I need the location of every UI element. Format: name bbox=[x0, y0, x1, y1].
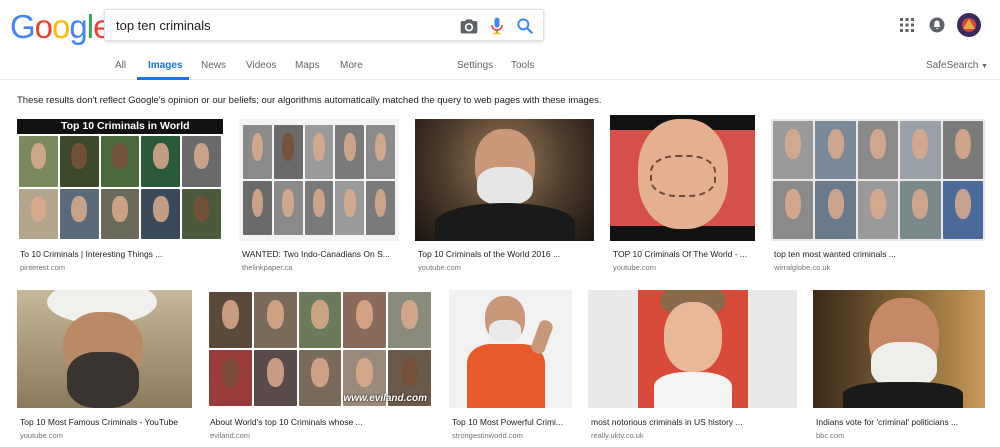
portrait-shirt bbox=[654, 372, 732, 408]
face-tattoo bbox=[650, 155, 716, 197]
tab-all[interactable]: All bbox=[115, 60, 126, 71]
result-source: bbc.com bbox=[816, 431, 845, 440]
result-caption[interactable]: WANTED: Two Indo-Canadians On S... bbox=[242, 249, 398, 259]
avatar[interactable] bbox=[957, 13, 981, 37]
apps-grid-icon[interactable] bbox=[900, 18, 914, 32]
image-result[interactable]: Top 10 Criminals of the World 2016 ... y… bbox=[415, 119, 594, 272]
tab-news[interactable]: News bbox=[201, 60, 226, 71]
search-icon[interactable] bbox=[515, 16, 535, 36]
result-caption[interactable]: To 10 Criminals | Interesting Things ... bbox=[20, 249, 220, 259]
logo-letter: g bbox=[69, 8, 87, 45]
portrait-vest bbox=[467, 344, 545, 408]
result-caption[interactable]: Top 10 Most Famous Criminals - YouTube bbox=[20, 417, 192, 427]
result-source: strongestinworld.com bbox=[452, 431, 523, 440]
search-tabs: All Images News Videos Maps More Setting… bbox=[0, 52, 1000, 80]
image-result[interactable]: www.eviland.com About World's top 10 Cri… bbox=[207, 290, 433, 442]
logo-letter: o bbox=[34, 8, 53, 45]
raised-hand bbox=[529, 318, 555, 356]
notifications-icon[interactable] bbox=[929, 17, 945, 33]
microphone-icon[interactable] bbox=[487, 16, 507, 36]
dropdown-arrow-icon: ▼ bbox=[981, 63, 988, 70]
result-caption[interactable]: Top 10 Most Powerful Crimi... bbox=[452, 417, 572, 427]
tab-videos[interactable]: Videos bbox=[246, 60, 276, 71]
result-source: youtube.com bbox=[613, 263, 656, 272]
result-thumbnail: www.eviland.com bbox=[207, 290, 433, 408]
result-source: youtube.com bbox=[20, 431, 63, 440]
result-thumbnail bbox=[239, 119, 399, 241]
portrait-body bbox=[435, 203, 575, 241]
result-thumbnail bbox=[415, 119, 594, 241]
thumbnail-overlay-text: www.eviland.com bbox=[343, 393, 427, 404]
portrait-beard bbox=[477, 167, 533, 205]
logo-letter: G bbox=[10, 8, 36, 45]
thumbnail-collage bbox=[771, 119, 985, 241]
result-thumbnail bbox=[449, 290, 572, 408]
result-source: youtube.com bbox=[418, 263, 461, 272]
logo-letter: o bbox=[52, 8, 70, 45]
result-thumbnail bbox=[17, 290, 192, 408]
image-result[interactable]: Top 10 Most Famous Criminals - YouTube y… bbox=[17, 290, 192, 442]
tab-tools[interactable]: Tools bbox=[511, 60, 534, 71]
google-logo[interactable]: Google bbox=[10, 8, 111, 45]
tab-maps[interactable]: Maps bbox=[295, 60, 319, 71]
image-result[interactable]: WANTED: Two Indo-Canadians On S... theli… bbox=[239, 119, 399, 272]
search-box bbox=[104, 9, 544, 41]
portrait-face bbox=[664, 302, 722, 372]
search-input[interactable] bbox=[116, 10, 446, 40]
tab-images[interactable]: Images bbox=[148, 60, 182, 71]
image-result[interactable]: TOP 10 Criminals Of The World - ... yout… bbox=[610, 115, 755, 272]
result-thumbnail bbox=[610, 115, 755, 241]
image-result[interactable]: Indians vote for 'criminal' politicians … bbox=[813, 290, 985, 442]
thumbnail-collage bbox=[17, 134, 223, 241]
result-source: pinterest.com bbox=[20, 263, 66, 272]
portrait-beard bbox=[489, 320, 521, 342]
result-thumbnail bbox=[588, 290, 797, 408]
image-result[interactable]: most notorious criminals in US history .… bbox=[588, 290, 797, 442]
tab-more[interactable]: More bbox=[340, 60, 363, 71]
active-tab-indicator bbox=[137, 77, 189, 80]
result-caption[interactable]: top ten most wanted criminals ... bbox=[774, 249, 984, 259]
result-caption[interactable]: TOP 10 Criminals Of The World - ... bbox=[613, 249, 755, 259]
thumbnail-collage bbox=[207, 290, 433, 408]
portrait-body bbox=[843, 382, 963, 408]
thumbnail-overlay-text: Top 10 Criminals in World bbox=[61, 120, 190, 132]
result-source: wirralglobe.co.uk bbox=[774, 263, 831, 272]
result-caption[interactable]: About World's top 10 Criminals whose ... bbox=[210, 417, 432, 427]
results-disclaimer: These results don't reflect Google's opi… bbox=[17, 95, 602, 106]
result-source: really.uktv.co.uk bbox=[591, 431, 644, 440]
portrait-beard bbox=[67, 352, 139, 408]
result-source: thelinkpaper.ca bbox=[242, 263, 293, 272]
camera-icon[interactable] bbox=[459, 16, 479, 36]
result-thumbnail bbox=[771, 119, 985, 241]
safesearch-toggle[interactable]: SafeSearch ▼ bbox=[926, 60, 988, 71]
result-caption[interactable]: Top 10 Criminals of the World 2016 ... bbox=[418, 249, 594, 259]
tab-settings[interactable]: Settings bbox=[457, 60, 493, 71]
image-result[interactable]: top ten most wanted criminals ... wirral… bbox=[771, 119, 985, 272]
safesearch-label: SafeSearch bbox=[926, 60, 979, 71]
image-result[interactable]: Top 10 Most Powerful Crimi... strongesti… bbox=[449, 290, 572, 442]
result-caption[interactable]: Indians vote for 'criminal' politicians … bbox=[816, 417, 985, 427]
result-thumbnail: Top 10 Criminals in World bbox=[17, 119, 223, 241]
thumbnail-collage bbox=[239, 119, 399, 241]
result-caption[interactable]: most notorious criminals in US history .… bbox=[591, 417, 796, 427]
result-thumbnail bbox=[813, 290, 985, 408]
result-source: eviland.com bbox=[210, 431, 251, 440]
thumbnail-banner: Top 10 Criminals in World bbox=[17, 119, 223, 134]
image-result[interactable]: Top 10 Criminals in World To 10 Criminal… bbox=[17, 119, 223, 272]
